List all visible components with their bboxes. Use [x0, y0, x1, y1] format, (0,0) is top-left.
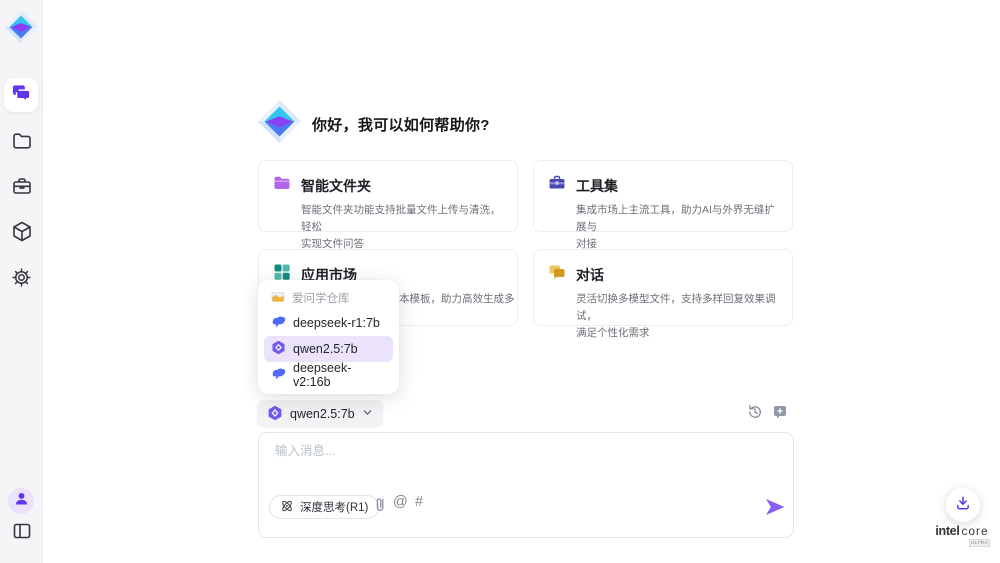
- download-button[interactable]: [946, 488, 980, 522]
- model-selector-value: qwen2.5:7b: [290, 407, 355, 421]
- history-clock-icon: [747, 404, 763, 425]
- intel-core-badge: intel core ULTRA: [930, 524, 994, 547]
- intel-logo-text: intel: [935, 524, 959, 538]
- greeting: 你好，我可以如何帮助你?: [256, 100, 490, 148]
- paperclip-icon: [373, 501, 387, 518]
- qwen-icon: [267, 405, 283, 424]
- sidebar: [0, 0, 43, 563]
- folder-icon: [12, 131, 32, 156]
- model-option-deepseek-r1[interactable]: deepseek-r1:7b: [264, 310, 393, 336]
- card-desc: 灵活切换多模型文件，支持多样回复效果调试， 满足个性化需求: [576, 291, 780, 341]
- history-button[interactable]: [747, 404, 763, 420]
- app-window: 你好，我可以如何帮助你? 智能文件夹 智能文件夹功能支持批量文件上传与清洗，轻松…: [0, 0, 1000, 563]
- message-input[interactable]: [273, 443, 713, 459]
- panel-layout-icon: [12, 521, 32, 546]
- greeting-title: 你好，我可以如何帮助你?: [312, 114, 490, 135]
- model-option-label: qwen2.5:7b: [293, 342, 358, 356]
- purple-folder-icon: [273, 174, 291, 197]
- model-option-deepseek-v2[interactable]: deepseek-v2:16b: [264, 362, 393, 388]
- card-smart-folder[interactable]: 智能文件夹 智能文件夹功能支持批量文件上传与清洗，轻松 实现文件问答: [258, 160, 518, 232]
- user-avatar[interactable]: [8, 488, 34, 514]
- card-title: 对话: [576, 265, 604, 285]
- composer: 深度思考(R1) @ #: [258, 432, 794, 538]
- atom-icon: [280, 499, 294, 516]
- card-title: 智能文件夹: [301, 176, 371, 196]
- briefcase-icon: [12, 176, 32, 201]
- model-option-label: deepseek-v2:16b: [293, 361, 386, 389]
- card-desc: 智能文件夹功能支持批量文件上传与清洗，轻松 实现文件问答: [301, 202, 505, 252]
- new-chat-button[interactable]: [772, 404, 788, 420]
- cube-icon: [12, 221, 32, 247]
- model-dropdown-header: 爱问学仓库: [264, 286, 393, 310]
- deep-think-button[interactable]: 深度思考(R1): [269, 495, 379, 519]
- sidebar-item-chat[interactable]: [4, 78, 38, 112]
- model-option-label: deepseek-r1:7b: [293, 316, 380, 330]
- sidebar-item-models[interactable]: [11, 221, 32, 242]
- chevron-down-icon: [362, 407, 373, 421]
- sidebar-item-folders[interactable]: [11, 131, 32, 152]
- send-button[interactable]: [764, 496, 786, 518]
- collapse-sidebar-button[interactable]: [11, 521, 32, 542]
- model-dropdown: 爱问学仓库 deepseek-r1:7b qwen2.5:7b: [258, 280, 399, 394]
- ultra-badge: ULTRA: [969, 539, 990, 547]
- gold-chat-icon: [548, 263, 566, 286]
- topic-button[interactable]: #: [415, 494, 423, 510]
- toolbox-icon: [548, 174, 566, 197]
- deep-think-label: 深度思考(R1): [300, 499, 368, 515]
- deepseek-icon: [271, 367, 286, 383]
- gear-icon: [11, 267, 32, 293]
- repo-label: 爱问学仓库: [292, 290, 350, 306]
- qwen-icon: [271, 340, 286, 358]
- card-desc: 集成市场上主流工具，助力AI与外界无缝扩展与 对接: [576, 202, 780, 252]
- app-logo-icon[interactable]: [3, 9, 39, 45]
- mention-button[interactable]: @: [393, 494, 408, 510]
- chat-bubbles-icon: [11, 82, 32, 108]
- model-option-qwen[interactable]: qwen2.5:7b: [264, 336, 393, 362]
- card-title: 工具集: [576, 176, 618, 196]
- attach-file-button[interactable]: [372, 496, 388, 516]
- chat-plus-icon: [772, 404, 788, 425]
- sidebar-item-toolbox[interactable]: [11, 176, 32, 197]
- card-conversation[interactable]: 对话 灵活切换多模型文件，支持多样回复效果调试， 满足个性化需求: [533, 249, 793, 326]
- deepseek-icon: [271, 315, 286, 331]
- card-toolset[interactable]: 工具集 集成市场上主流工具，助力AI与外界无缝扩展与 对接: [533, 160, 793, 232]
- repo-icon: [271, 291, 285, 306]
- core-logo-text: core: [962, 526, 989, 538]
- person-icon: [13, 490, 30, 512]
- greeting-logo-icon: [256, 98, 303, 150]
- sidebar-item-settings[interactable]: [11, 267, 32, 288]
- download-icon: [955, 495, 971, 516]
- model-selector-button[interactable]: qwen2.5:7b: [257, 400, 383, 428]
- send-arrow-icon: [764, 505, 786, 522]
